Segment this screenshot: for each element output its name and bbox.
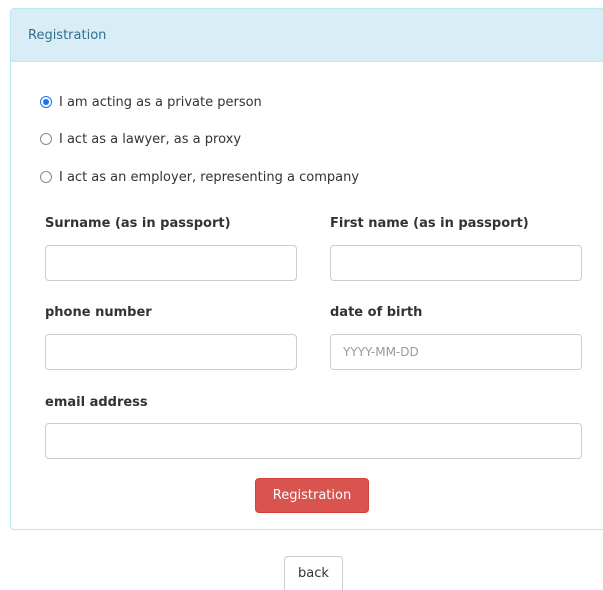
first-name-label: First name (as in passport) (330, 216, 529, 231)
surname-input[interactable] (45, 245, 297, 281)
phone-label: phone number (45, 305, 152, 320)
radio-label: I act as an employer, representing a com… (59, 169, 360, 185)
registration-button[interactable]: Registration (255, 478, 369, 513)
radio-employer-company[interactable]: I act as an employer, representing a com… (40, 167, 359, 187)
phone-input[interactable] (45, 334, 297, 370)
radio-unselected-icon[interactable] (40, 133, 52, 145)
registration-panel: Registration I am acting as a private pe… (10, 8, 603, 530)
email-label: email address (45, 395, 148, 410)
back-button[interactable]: back (284, 556, 343, 590)
radio-selected-icon[interactable] (40, 96, 52, 108)
radio-label: I act as a lawyer, as a proxy (59, 131, 242, 147)
date-of-birth-input[interactable] (330, 334, 582, 370)
radio-label: I am acting as a private person (59, 94, 262, 110)
radio-lawyer-proxy[interactable]: I act as a lawyer, as a proxy (40, 129, 241, 149)
radio-unselected-icon[interactable] (40, 171, 52, 183)
email-input[interactable] (45, 423, 582, 459)
panel-title: Registration (11, 9, 603, 62)
surname-label: Surname (as in passport) (45, 216, 231, 231)
date-of-birth-label: date of birth (330, 305, 423, 320)
first-name-input[interactable] (330, 245, 582, 281)
radio-private-person[interactable]: I am acting as a private person (40, 92, 262, 112)
